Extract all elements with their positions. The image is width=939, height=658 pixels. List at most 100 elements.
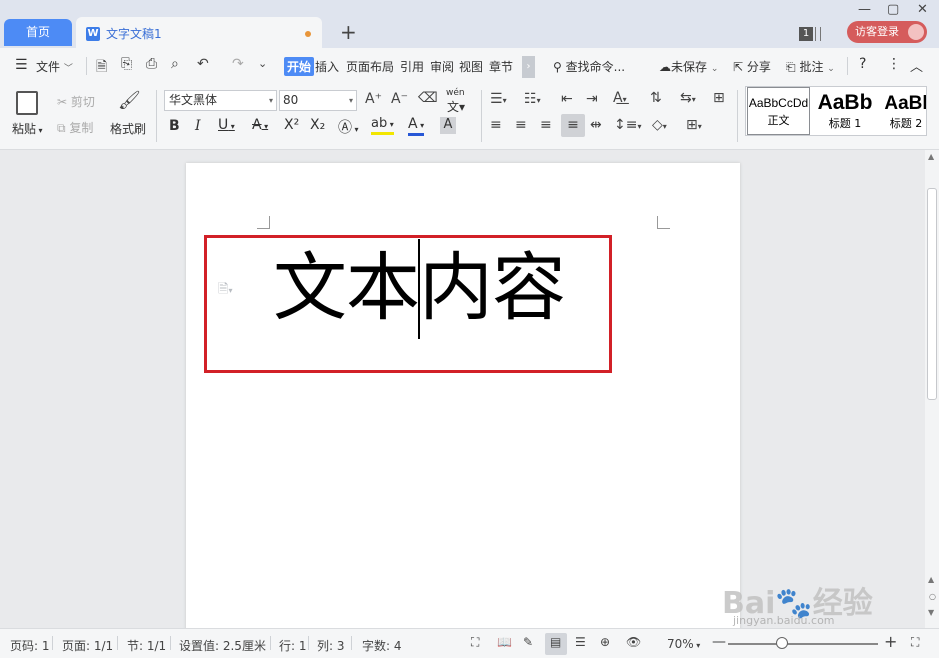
bold-button[interactable]: B — [169, 118, 180, 134]
edit-mode-icon[interactable]: ✎ — [523, 635, 533, 649]
status-setting-value[interactable]: 设置值: 2.5厘米 — [179, 637, 266, 654]
strikethrough-button[interactable]: A ▾ — [252, 117, 268, 133]
decrease-indent-icon[interactable]: ⇤ — [561, 91, 573, 107]
font-color-button[interactable]: A ▾ — [408, 117, 425, 136]
quick-access-more-icon[interactable]: ⌄ — [258, 57, 267, 70]
zoom-slider-thumb[interactable] — [776, 637, 788, 649]
numbered-list-icon[interactable]: ☷▾ — [524, 91, 541, 107]
show-hide-marks-icon[interactable]: ⇆▾ — [680, 90, 696, 106]
borders-icon[interactable]: ⊞▾ — [686, 117, 702, 133]
redo-icon[interactable]: ↷ — [232, 56, 244, 72]
increase-indent-icon[interactable]: ⇥ — [586, 91, 598, 107]
help-button[interactable]: ? — [859, 56, 866, 72]
paste-icon[interactable] — [16, 91, 38, 115]
italic-button[interactable]: I — [195, 118, 201, 134]
hamburger-menu-icon[interactable]: ☰ — [15, 57, 28, 73]
bullet-list-icon[interactable]: ☰▾ — [490, 91, 507, 107]
clear-format-icon[interactable]: ⌫ — [418, 90, 438, 106]
status-pages[interactable]: 页面: 1/1 — [62, 637, 113, 654]
fit-page-icon[interactable]: ⛶ — [911, 635, 919, 650]
align-left-icon[interactable]: ≡ — [490, 117, 502, 133]
font-name-select[interactable]: 华文黑体 ▾ — [164, 90, 277, 111]
tab-start[interactable]: 开始 — [284, 57, 315, 76]
line-spacing-icon[interactable]: ↕≡▾ — [614, 117, 641, 133]
status-page[interactable]: 页码: 1 — [10, 637, 50, 654]
zoom-slider-track[interactable] — [728, 643, 878, 645]
guest-login-button[interactable]: 访客登录 — [847, 21, 927, 43]
maximize-button[interactable]: ▢ — [887, 2, 899, 17]
select-browse-object-icon[interactable]: ○ — [929, 592, 936, 601]
tab-chapter[interactable]: 章节 — [489, 58, 513, 75]
next-page-icon[interactable]: ▼ — [928, 608, 934, 617]
align-justify-icon[interactable]: ≡ — [561, 114, 585, 137]
status-column[interactable]: 列: 3 — [317, 637, 345, 654]
comment-button[interactable]: ⎗ 批注 ⌄ — [786, 58, 835, 75]
undo-icon[interactable]: ↶ — [197, 56, 209, 72]
tab-references[interactable]: 引用 — [400, 58, 424, 75]
share-label: 分享 — [746, 60, 771, 74]
new-tab-button[interactable]: + — [340, 22, 357, 42]
align-center-icon[interactable]: ≡ — [515, 117, 527, 133]
tab-review[interactable]: 审阅 — [430, 58, 454, 75]
web-view-icon[interactable]: ⊕ — [600, 635, 610, 649]
distributed-align-icon[interactable]: ⇹ — [590, 117, 602, 133]
status-word-count[interactable]: 字数: 4 — [362, 637, 402, 654]
highlight-color-button[interactable]: ab ▾ — [371, 117, 394, 135]
format-painter-button[interactable]: 格式刷 — [110, 120, 146, 137]
zoom-in-button[interactable]: + — [884, 632, 897, 651]
collapse-ribbon-icon[interactable]: ︿ — [910, 56, 923, 75]
style-heading-2[interactable]: AaBl 标题 2 — [878, 87, 926, 135]
increase-font-size-icon[interactable]: A⁺ — [365, 91, 382, 107]
window-count-badge[interactable]: 1 — [799, 27, 813, 41]
share-button[interactable]: ⇱ 分享 — [733, 58, 771, 75]
subscript-button[interactable]: X₂ — [310, 117, 325, 133]
file-menu[interactable]: 文件 ﹀ — [36, 58, 73, 75]
more-options-icon[interactable]: ⋮ — [887, 56, 901, 72]
chinese-layout-icon[interactable]: A͟▾ — [613, 90, 627, 106]
scroll-thumb[interactable] — [927, 188, 937, 400]
format-painter-icon[interactable]: 🖌 — [118, 90, 141, 111]
style-normal[interactable]: AaBbCcDd 正文 — [747, 87, 810, 135]
paste-button[interactable]: 粘贴 ▾ — [12, 120, 43, 137]
print-icon[interactable]: ⎙ — [146, 56, 157, 72]
tab-document[interactable]: W 文字文稿1 — [76, 17, 322, 48]
zoom-out-button[interactable]: — — [712, 634, 726, 650]
zoom-level[interactable]: 70% ▾ — [667, 637, 700, 651]
status-section[interactable]: 节: 1/1 — [127, 637, 166, 654]
character-shading-button[interactable]: A — [440, 117, 456, 134]
outline-view-icon[interactable]: ☰ — [575, 635, 586, 649]
sort-icon[interactable]: ⇅ — [650, 90, 662, 106]
print-preview-icon[interactable]: ⌕ — [171, 56, 179, 72]
text-effect-button[interactable]: Ⓐ ▾ — [338, 117, 359, 137]
export-pdf-icon[interactable]: ⎘ — [121, 56, 132, 72]
minimize-button[interactable]: — — [858, 2, 871, 17]
ribbon-tabs-more-button[interactable]: › — [522, 56, 535, 78]
command-search[interactable]: ⚲ 查找命令... — [553, 58, 625, 75]
status-row[interactable]: 行: 1 — [279, 637, 307, 654]
tab-insert[interactable]: 插入 — [315, 58, 339, 75]
tab-home[interactable]: 首页 — [4, 19, 72, 46]
align-right-icon[interactable]: ≡ — [540, 117, 552, 133]
style-heading-1[interactable]: AaBb 标题 1 — [812, 87, 878, 135]
shading-fill-icon[interactable]: ◇▾ — [652, 117, 667, 133]
cloud-save-status[interactable]: ☁未保存 ⌄ — [659, 58, 718, 75]
font-size-select[interactable]: 80 ▾ — [279, 90, 357, 111]
eye-protection-icon[interactable]: 👁 — [626, 635, 641, 649]
tab-page-layout[interactable]: 页面布局 — [346, 58, 394, 75]
window-switcher-icon[interactable] — [815, 27, 821, 41]
previous-page-icon[interactable]: ▲ — [928, 575, 934, 584]
phonetic-guide-button[interactable]: wén — [446, 88, 465, 98]
fullscreen-icon[interactable]: ⛶ — [471, 635, 479, 650]
superscript-button[interactable]: X² — [284, 117, 299, 133]
close-button[interactable]: ✕ — [917, 2, 928, 17]
reading-mode-icon[interactable]: 📖 — [497, 635, 512, 649]
save-icon[interactable]: 🗎 — [96, 56, 107, 80]
cut-button[interactable]: ✂ 剪切 — [57, 93, 95, 110]
tab-view[interactable]: 视图 — [459, 58, 483, 75]
document-page[interactable] — [186, 163, 740, 633]
copy-button[interactable]: ⧉ 复制 — [57, 119, 93, 136]
table-icon[interactable]: ⊞ — [713, 90, 725, 106]
decrease-font-size-icon[interactable]: A⁻ — [391, 91, 408, 107]
scroll-up-arrow-icon[interactable]: ▲ — [928, 152, 934, 161]
underline-button[interactable]: U ▾ — [218, 117, 235, 133]
